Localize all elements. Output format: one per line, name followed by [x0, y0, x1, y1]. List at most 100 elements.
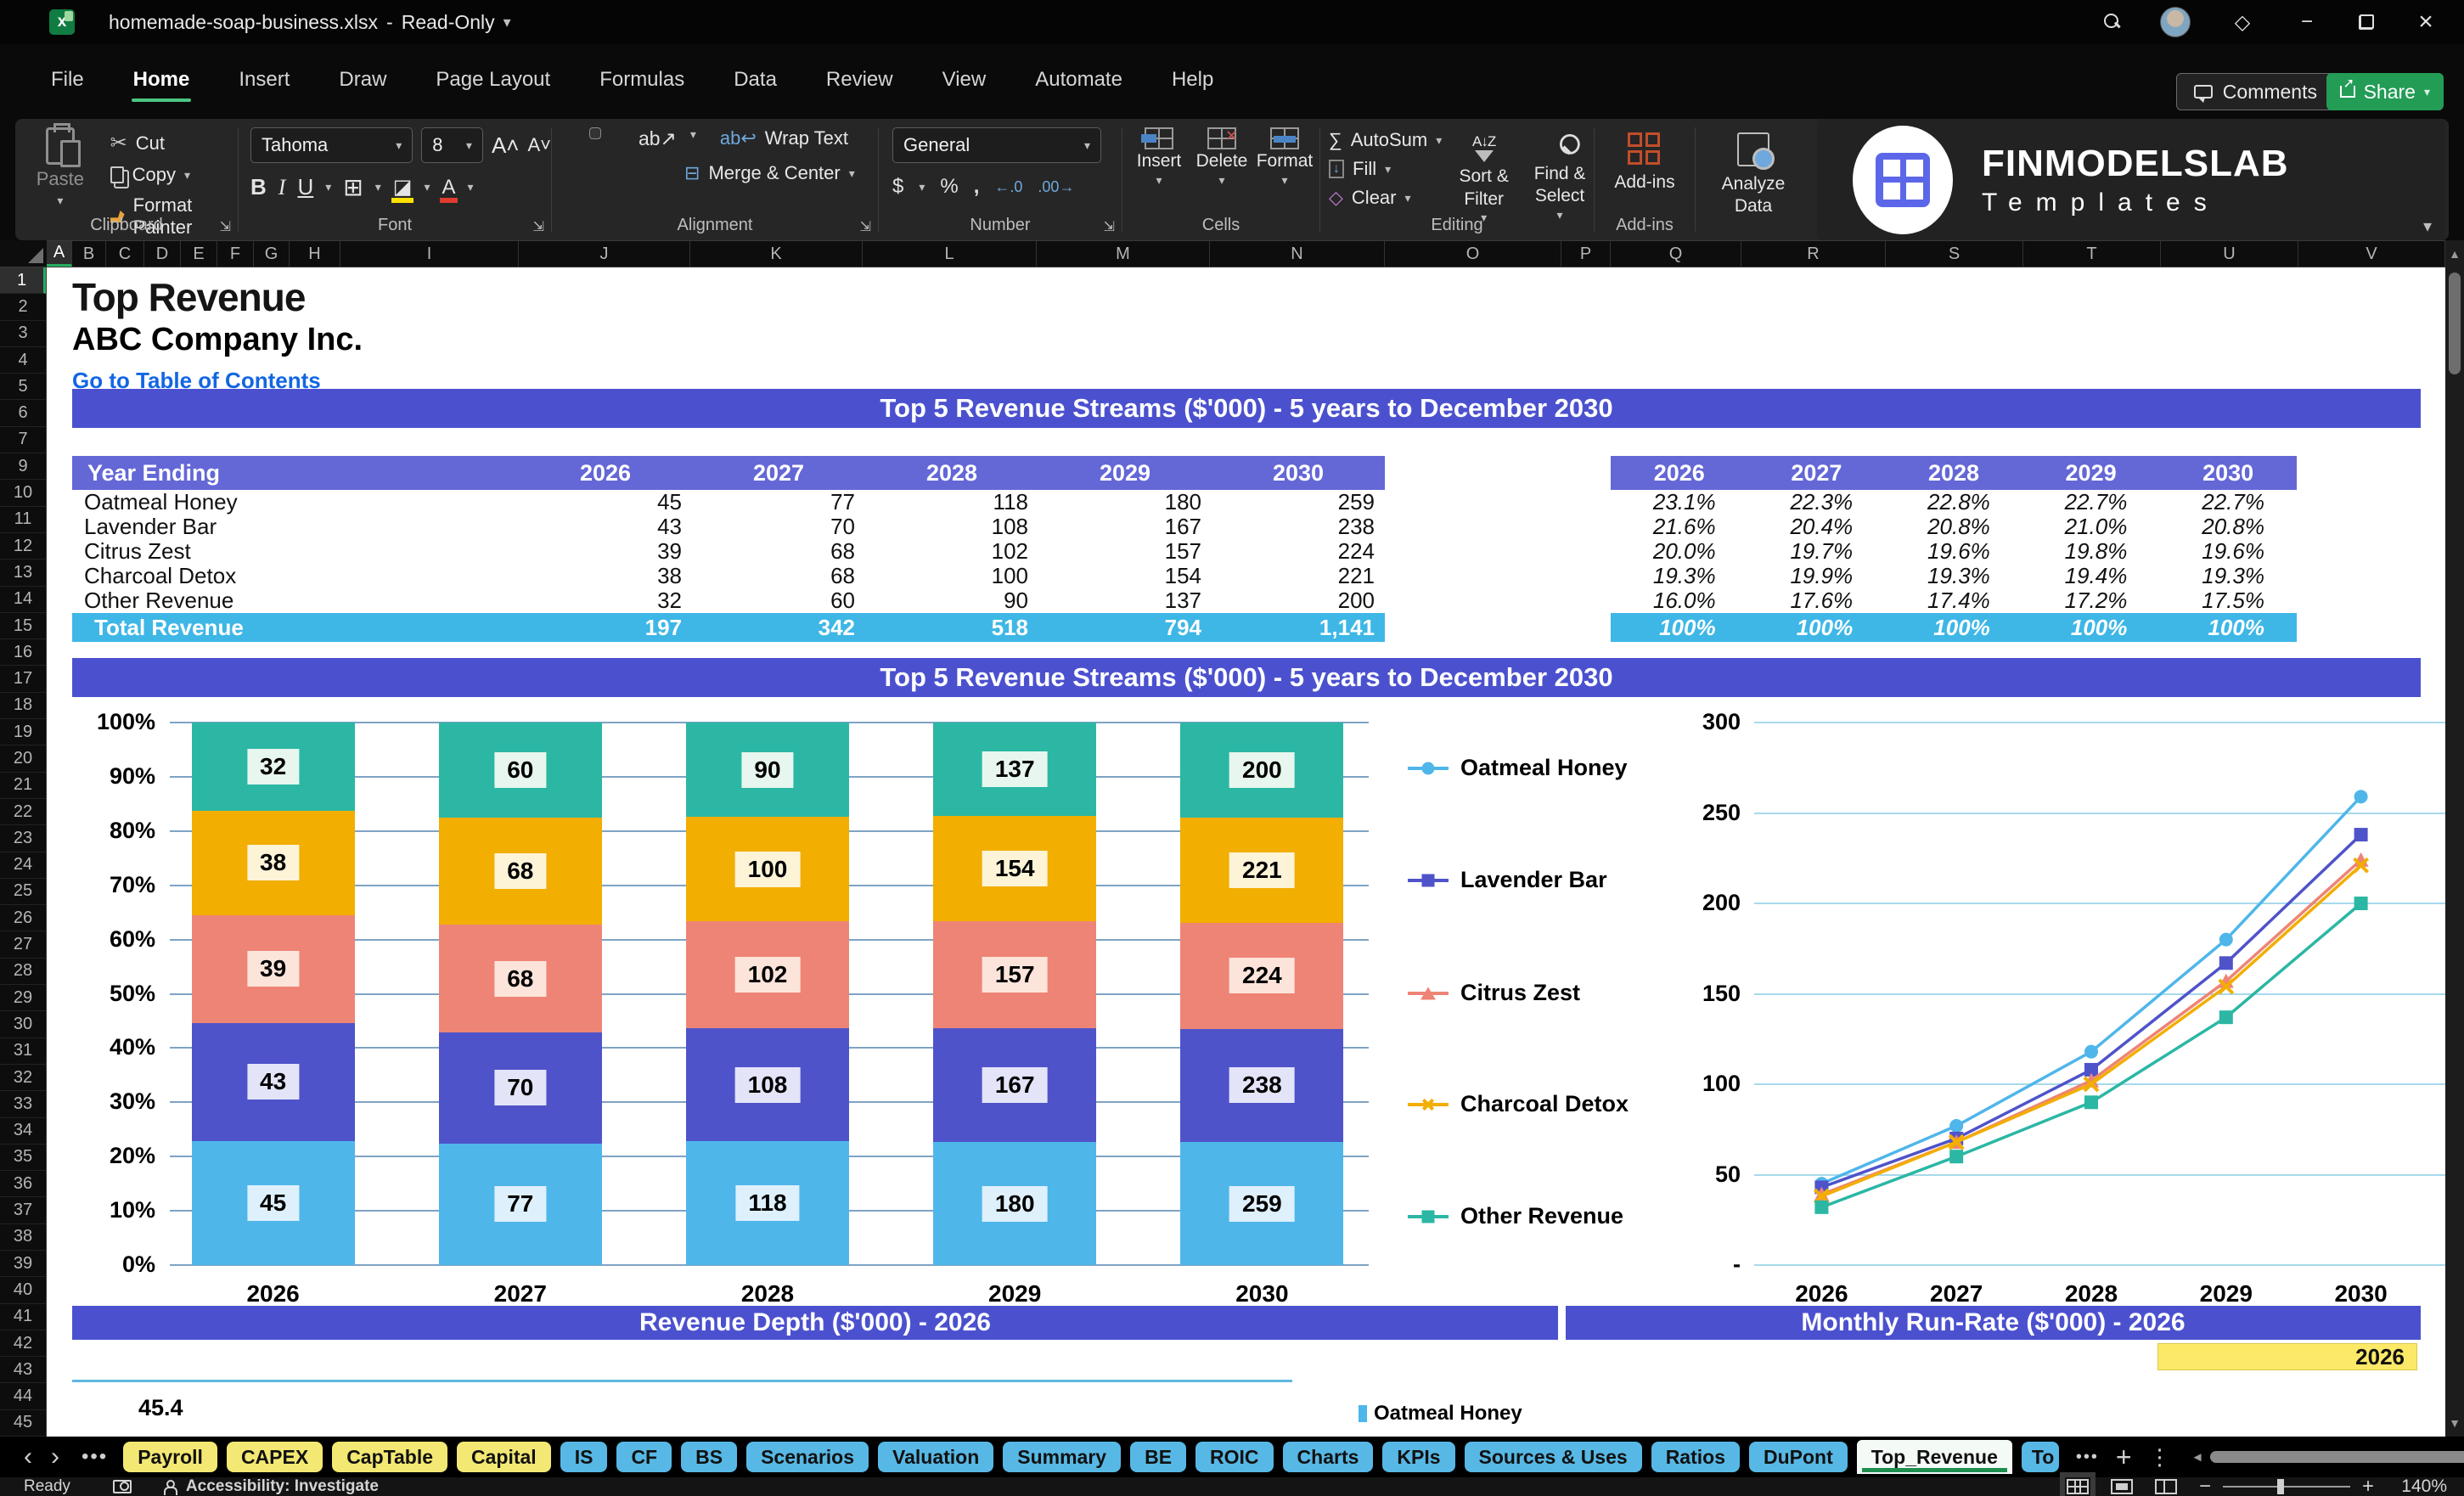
- avatar[interactable]: [2160, 7, 2191, 37]
- column-header-I[interactable]: I: [340, 241, 519, 267]
- pct-value[interactable]: 23.1%: [1611, 489, 1748, 515]
- zoom-slider[interactable]: − +: [2199, 1475, 2374, 1496]
- pct-value[interactable]: 17.2%: [2022, 588, 2160, 614]
- accessibility-status[interactable]: Accessibility: Investigate: [186, 1477, 379, 1496]
- row-header-4[interactable]: 4: [0, 347, 46, 374]
- pct-value[interactable]: 19.7%: [1748, 538, 1886, 565]
- ribbon-tab-help[interactable]: Help: [1153, 59, 1232, 104]
- sheet-nav-left-icon[interactable]: ‹: [24, 1443, 32, 1471]
- row-header-32[interactable]: 32: [0, 1065, 46, 1092]
- addins-button[interactable]: Add-ins: [1595, 132, 1695, 194]
- wrap-text-button[interactable]: ab↩ Wrap Text: [720, 127, 848, 149]
- borders-button[interactable]: ⊞: [343, 173, 363, 201]
- row-header-12[interactable]: 12: [0, 533, 46, 560]
- number-format-select[interactable]: General ▾: [892, 127, 1101, 163]
- row-label-citrus-zest[interactable]: Citrus Zest: [72, 538, 519, 565]
- sheet-area[interactable]: Top Revenue ABC Company Inc. Go to Table…: [47, 267, 2445, 1437]
- row-label-lavender-bar[interactable]: Lavender Bar: [72, 514, 519, 540]
- row-header-30[interactable]: 30: [0, 1011, 46, 1038]
- pct-value[interactable]: 21.6%: [1611, 514, 1748, 540]
- title-dropdown-icon[interactable]: ▾: [503, 14, 511, 31]
- cell-value[interactable]: 43: [519, 514, 692, 540]
- cell-value[interactable]: 102: [865, 538, 1038, 565]
- row-header-15[interactable]: 15: [0, 613, 46, 640]
- font-color-button[interactable]: A: [440, 177, 458, 203]
- sheet-tab-captable[interactable]: CapTable: [332, 1442, 448, 1472]
- sheet-tabs-more-icon[interactable]: •••: [82, 1445, 108, 1469]
- autosum-button[interactable]: ∑ AutoSum ▾: [1329, 129, 1442, 151]
- cell-value[interactable]: 39: [519, 538, 692, 565]
- pct-value[interactable]: 20.8%: [2159, 514, 2297, 540]
- row-header-20[interactable]: 20: [0, 745, 46, 773]
- zoom-level[interactable]: 140%: [2396, 1476, 2447, 1496]
- row-header-9[interactable]: 9: [0, 453, 46, 481]
- row-header-41[interactable]: 41: [0, 1304, 46, 1330]
- column-header-G[interactable]: G: [254, 241, 290, 267]
- align-bottom-button[interactable]: [615, 127, 625, 138]
- comma-style-button[interactable]: ,: [974, 175, 980, 199]
- normal-view-button[interactable]: [2059, 1472, 2096, 1496]
- align-center-button[interactable]: [589, 162, 599, 172]
- row-header-21[interactable]: 21: [0, 773, 46, 799]
- pct-value[interactable]: 19.3%: [1611, 563, 1748, 589]
- row-header-44[interactable]: 44: [0, 1383, 46, 1410]
- cell-value[interactable]: 100: [865, 563, 1038, 589]
- column-header-A[interactable]: A: [47, 241, 72, 267]
- pct-value[interactable]: 17.5%: [2159, 588, 2297, 614]
- tabs-overflow-icon[interactable]: •••: [2076, 1448, 2099, 1467]
- sheet-tab-summary[interactable]: Summary: [1003, 1442, 1122, 1472]
- pct-value[interactable]: 19.6%: [2159, 538, 2297, 565]
- row-header-28[interactable]: 28: [0, 959, 46, 986]
- row-header-45[interactable]: 45: [0, 1410, 46, 1437]
- row-header-6[interactable]: 6: [0, 400, 46, 427]
- bold-button[interactable]: B: [250, 174, 267, 200]
- sheet-tab-top-revenue[interactable]: Top_Revenue: [1856, 1440, 2012, 1474]
- ribbon-tab-review[interactable]: Review: [807, 59, 912, 104]
- minimize-button[interactable]: −: [2294, 10, 2320, 34]
- align-left-button[interactable]: [565, 162, 576, 172]
- analyze-data-button[interactable]: Analyze Data: [1696, 132, 1811, 218]
- decrease-font-button[interactable]: A˅: [527, 134, 551, 156]
- underline-dropdown-icon[interactable]: ▾: [325, 180, 331, 194]
- search-icon[interactable]: [2104, 14, 2121, 31]
- zoom-out-icon[interactable]: −: [2199, 1475, 2211, 1496]
- row-header-27[interactable]: 27: [0, 931, 46, 959]
- row-header-23[interactable]: 23: [0, 825, 46, 852]
- pct-value[interactable]: 17.4%: [1885, 588, 2022, 614]
- ribbon-tab-home[interactable]: Home: [115, 59, 209, 104]
- percent-style-button[interactable]: %: [940, 175, 958, 199]
- column-header-F[interactable]: F: [217, 241, 254, 267]
- font-name-select[interactable]: Tahoma ▾: [250, 127, 413, 163]
- cell-value[interactable]: 118: [865, 489, 1038, 515]
- cell-value[interactable]: 238: [1212, 514, 1385, 540]
- sheet-tab-ratios[interactable]: Ratios: [1651, 1442, 1740, 1472]
- ribbon-tab-automate[interactable]: Automate: [1016, 59, 1141, 104]
- column-header-C[interactable]: C: [106, 241, 144, 267]
- row-header-29[interactable]: 29: [0, 985, 46, 1012]
- sheet-tab-cf[interactable]: CF: [616, 1442, 672, 1472]
- copy-button[interactable]: Copy ▾: [110, 164, 238, 186]
- fill-color-button[interactable]: ◪: [391, 177, 414, 203]
- column-header-B[interactable]: B: [72, 241, 106, 267]
- row-header-31[interactable]: 31: [0, 1038, 46, 1065]
- pct-value[interactable]: 19.8%: [2022, 538, 2160, 565]
- sheet-tab-payroll[interactable]: Payroll: [123, 1442, 217, 1472]
- row-header-2[interactable]: 2: [0, 294, 46, 321]
- row-header-37[interactable]: 37: [0, 1197, 46, 1224]
- row-header-7[interactable]: 7: [0, 427, 46, 454]
- sheet-tab-valuation[interactable]: Valuation: [878, 1442, 994, 1472]
- cell-value[interactable]: 154: [1038, 563, 1212, 589]
- increase-indent-button[interactable]: [661, 162, 671, 172]
- ribbon-tab-page-layout[interactable]: Page Layout: [417, 59, 569, 104]
- pct-value[interactable]: 20.8%: [1885, 514, 2022, 540]
- ribbon-tab-view[interactable]: View: [924, 59, 1005, 104]
- cell-value[interactable]: 38: [519, 563, 692, 589]
- new-sheet-button[interactable]: +: [2116, 1442, 2132, 1473]
- comments-button[interactable]: Comments: [2175, 73, 2335, 110]
- pct-value[interactable]: 20.0%: [1611, 538, 1748, 565]
- page-break-view-button[interactable]: [2154, 1479, 2177, 1494]
- share-button[interactable]: Share ▾: [2326, 73, 2444, 110]
- align-right-button[interactable]: [613, 162, 623, 172]
- row-header-36[interactable]: 36: [0, 1171, 46, 1198]
- sheet-tab-roic[interactable]: ROIC: [1195, 1442, 1274, 1472]
